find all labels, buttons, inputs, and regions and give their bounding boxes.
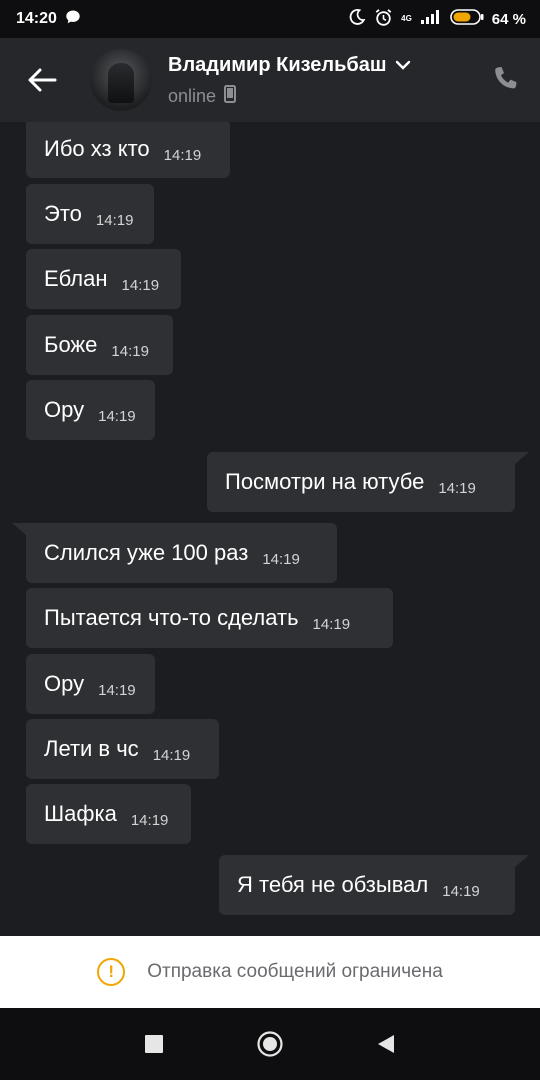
message-bubble[interactable]: Ору 14:19 [26,380,155,440]
recent-apps-button[interactable] [139,1029,169,1059]
message-bubble[interactable]: Еблан 14:19 [26,249,181,309]
message-bubble[interactable]: Шафка 14:19 [26,784,191,844]
message-bubble[interactable]: Боже 14:19 [26,315,173,375]
contact-name: Владимир Кизельбаш [168,54,387,76]
message-time: 14:19 [262,550,300,568]
bubble-tail [515,855,529,867]
restricted-text: Отправка сообщений ограничена [147,961,443,982]
message-text: Ору [44,671,85,696]
message-time: 14:19 [152,746,191,764]
status-text: online [168,86,217,106]
message-text: Я тебя не обзывал [237,872,429,897]
message-text: Посмотри на ютубе [225,469,425,494]
message-bubble[interactable]: Слился уже 100 раз 14:19 [12,523,337,583]
message-time: 14:19 [163,146,202,164]
network-type: 4G [401,14,412,23]
status-bar: 14:20 4G 64 % [0,0,540,38]
message-text: Пытается что-то сделать [44,605,299,630]
message-time: 14:19 [130,811,169,829]
message-time: 14:19 [442,882,480,900]
recent-apps-icon [145,1035,163,1053]
message-bubble-outgoing[interactable]: Я тебя не обзывал 14:19 [219,855,529,915]
chevron-down-icon [395,54,411,77]
message-time: 14:19 [312,615,351,633]
message-time: 14:19 [438,479,476,497]
status-left: 14:20 [16,9,81,30]
message-text: Слился уже 100 раз [44,540,249,565]
message-bubble-outgoing[interactable]: Посмотри на ютубе 14:19 [207,452,529,512]
bubble-tail [515,452,529,464]
system-nav-bar [0,1008,540,1080]
message-bubble[interactable]: Лети в чс 14:19 [26,719,219,779]
home-icon [257,1031,283,1057]
message-bubble[interactable]: Ибо хз кто 14:19 [26,122,230,178]
contact-name-button[interactable]: Владимир Кизельбаш [168,54,411,77]
message-list[interactable]: Ибо хз кто 14:19 Это 14:19 Еблан 14:19 Б… [0,122,540,936]
avatar[interactable] [90,49,152,111]
messaging-restricted-banner: ! Отправка сообщений ограничена [0,936,540,1008]
status-right: 4G 64 % [348,8,526,31]
phone-icon [495,67,517,89]
alarm-icon [374,8,393,31]
home-button[interactable] [255,1029,285,1059]
warning-icon: ! [97,958,126,986]
message-text: Лети в чс [44,736,139,761]
back-icon [378,1035,394,1053]
message-text: Еблан [44,266,108,291]
message-text: Ору [44,397,85,422]
message-bubble[interactable]: Пытается что-то сделать 14:19 [26,588,393,648]
message-text: Боже [44,332,98,357]
back-nav-button[interactable] [371,1029,401,1059]
battery-percent: 64 % [491,10,526,28]
moon-icon [348,8,366,30]
message-time: 14:19 [95,211,134,229]
message-time: 14:19 [121,276,160,294]
message-bubble[interactable]: Это 14:19 [26,184,154,244]
message-time: 14:19 [111,342,149,360]
status-time: 14:20 [16,10,57,27]
message-text: Ибо хз кто [44,136,150,161]
contact-status: online [168,85,237,108]
mobile-device-icon [224,85,237,108]
chat-bubble-icon [65,9,81,30]
message-bubble[interactable]: Ору 14:19 [26,654,155,714]
battery-icon [449,9,484,29]
bubble-tail [12,523,26,535]
message-text: Это [44,201,82,226]
message-time: 14:19 [98,681,136,699]
chat-header: Владимир Кизельбаш online [0,38,540,122]
signal-icon [420,10,442,28]
back-arrow-icon [28,68,57,92]
call-button[interactable] [490,64,520,94]
message-text: Шафка [44,801,117,826]
back-button[interactable] [26,66,58,94]
message-time: 14:19 [98,407,136,425]
